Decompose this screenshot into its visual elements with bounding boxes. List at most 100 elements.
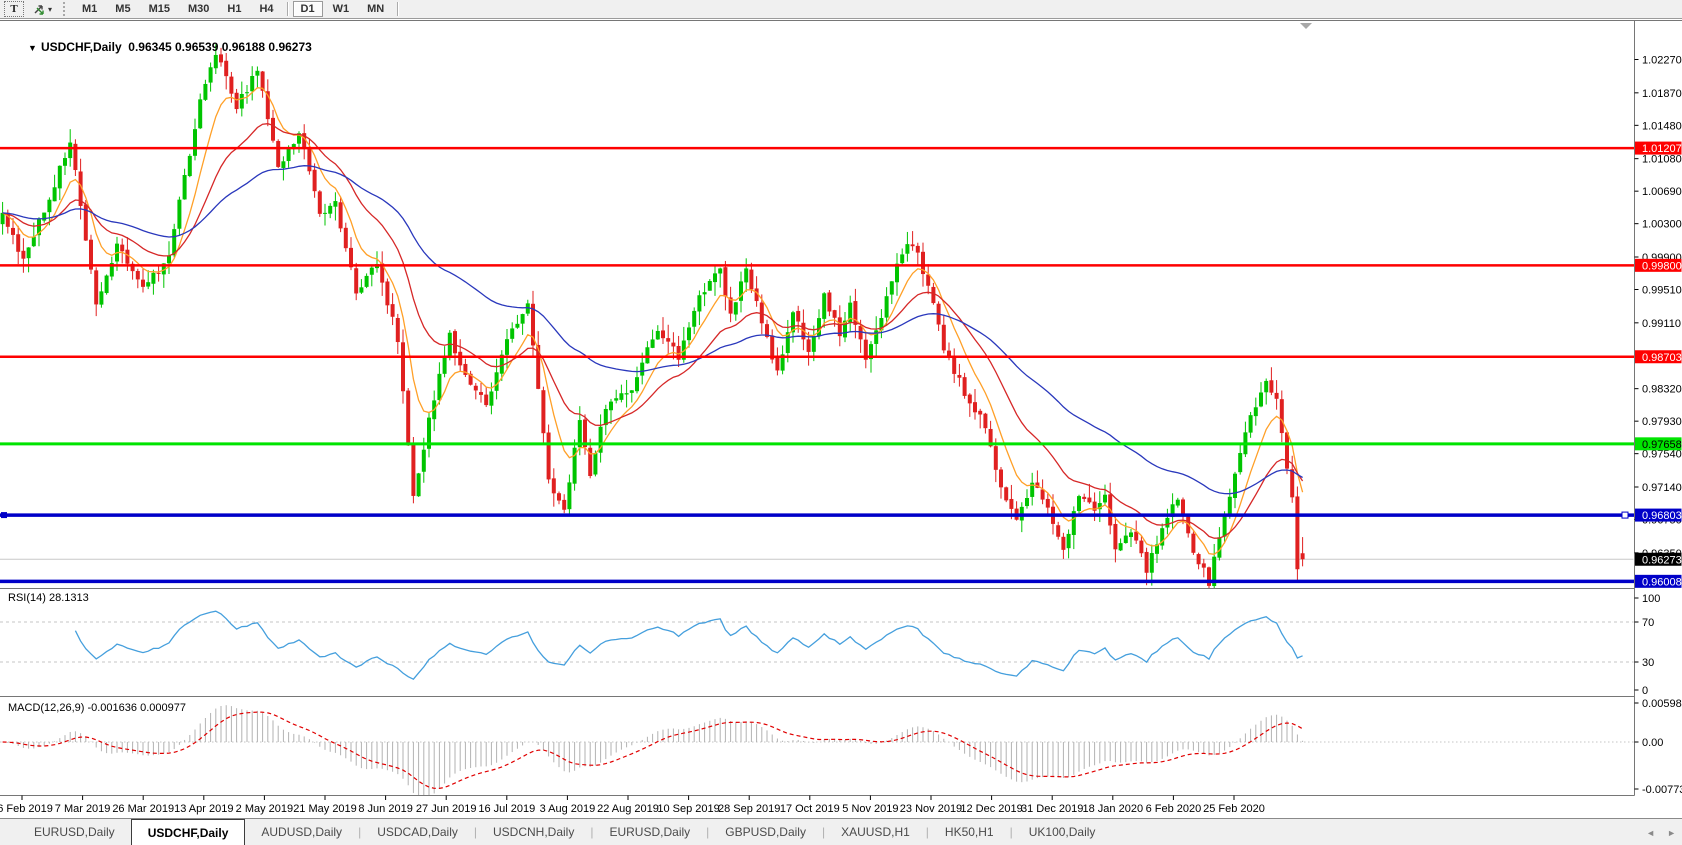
text-tool-button[interactable]: T (4, 1, 24, 17)
timeframe-button-m1[interactable]: M1 (74, 1, 105, 17)
candle-body (370, 268, 374, 275)
candle-body (994, 446, 998, 470)
candle-body (1046, 499, 1050, 508)
candle-body (1113, 524, 1117, 549)
candle-body (916, 246, 920, 253)
rsi-label: RSI(14) 28.1313 (8, 592, 89, 604)
tab-usdcnh-daily[interactable]: USDCNH,Daily (477, 819, 590, 845)
date-label: 25 Feb 2020 (1203, 803, 1265, 815)
candle-body (645, 347, 649, 363)
candle-body (567, 482, 571, 509)
timeframe-button-mn[interactable]: MN (359, 1, 392, 17)
candle-body (1181, 499, 1185, 515)
candle-body (796, 311, 800, 322)
candle-body (458, 352, 462, 366)
candle-body (807, 339, 811, 352)
chart-shift-triangle-icon[interactable] (1300, 23, 1312, 29)
macd-pane[interactable] (0, 705, 1635, 798)
candle-body (422, 450, 426, 472)
date-label: 23 Nov 2019 (900, 803, 962, 815)
candle-body (1067, 534, 1071, 548)
level-handle-right[interactable] (1622, 512, 1628, 518)
chart-tab-bar: EURUSD,DailyUSDCHF,DailyAUDUSD,Daily|USD… (0, 818, 1682, 845)
candle-body (703, 292, 707, 294)
candle-body (359, 287, 363, 292)
candle-body (1145, 552, 1149, 573)
toolbar-grip[interactable] (63, 2, 68, 16)
candle-body (245, 92, 249, 93)
candle-body (281, 161, 285, 168)
price-tick-label: 1.00300 (1642, 219, 1682, 231)
candle-body (905, 244, 909, 254)
tab-audusd-daily[interactable]: AUDUSD,Daily (245, 819, 358, 845)
chart-ohlc-values: 0.96345 0.96539 0.96188 0.96273 (128, 40, 312, 54)
tab-xauusd-h1[interactable]: XAUUSD,H1 (825, 819, 926, 845)
level-price-chip-label: 1.01207 (1642, 143, 1682, 155)
tab-usdchf-daily[interactable]: USDCHF,Daily (131, 819, 246, 845)
candle-body (333, 201, 337, 207)
tab-uk100-daily[interactable]: UK100,Daily (1013, 819, 1112, 845)
candle-body (411, 444, 415, 496)
rsi-pane[interactable] (0, 611, 1635, 679)
tab-gbpusd-daily[interactable]: GBPUSD,Daily (709, 819, 822, 845)
level-handle-left[interactable] (1, 512, 7, 518)
candle-body (443, 356, 447, 374)
date-label: 3 Aug 2019 (540, 803, 596, 815)
candle-body (1103, 495, 1107, 503)
price-tick-label: 0.98320 (1642, 384, 1682, 396)
candle-body (1119, 543, 1123, 550)
candle-body (484, 395, 488, 405)
date-axis[interactable]: 16 Feb 20197 Mar 201926 Mar 201913 Apr 2… (0, 796, 1265, 816)
candle-body (1176, 500, 1180, 506)
candle-body (344, 228, 348, 248)
price-tick-label: 1.00690 (1642, 186, 1682, 198)
collapse-triangle-icon[interactable]: ▼ (28, 43, 37, 53)
timeframe-button-m5[interactable]: M5 (107, 1, 138, 17)
candle-body (391, 304, 395, 317)
rsi-tick-label: 70 (1642, 617, 1654, 629)
tab-eurusd-daily[interactable]: EURUSD,Daily (593, 819, 706, 845)
toolbar: T ▾ M1M5M15M30H1H4 D1W1MN (0, 0, 1682, 19)
timeframe-button-d1[interactable]: D1 (293, 1, 323, 17)
candle-body (1134, 532, 1138, 541)
candle-body (952, 357, 956, 374)
candle-body (136, 271, 140, 279)
horizontal-level-lines[interactable] (0, 148, 1635, 581)
candle-body (625, 393, 629, 394)
timeframe-button-m30[interactable]: M30 (180, 1, 217, 17)
candle-body (749, 270, 753, 290)
candle-body (697, 295, 701, 311)
candle-body (1280, 399, 1284, 433)
chart-canvas[interactable]: 1.022701.018701.014801.010801.006901.003… (0, 20, 1682, 818)
timeframe-button-h4[interactable]: H4 (251, 1, 281, 17)
price-pane[interactable] (0, 44, 1635, 595)
candle-body (396, 318, 400, 342)
tab-usdcad-daily[interactable]: USDCAD,Daily (361, 819, 474, 845)
candle-body (635, 377, 639, 391)
candle-body (235, 93, 239, 109)
candle-body (983, 414, 987, 429)
price-axis[interactable]: 1.022701.018701.014801.010801.006901.003… (1635, 55, 1682, 589)
tab-eurusd-daily[interactable]: EURUSD,Daily (18, 819, 131, 845)
timeframe-button-h1[interactable]: H1 (219, 1, 249, 17)
candle-body (1191, 534, 1195, 553)
price-tick-label: 0.97930 (1642, 416, 1682, 428)
candle-body (999, 470, 1003, 488)
candle-body (1077, 496, 1081, 511)
level-price-chip-label: 0.98703 (1642, 352, 1682, 364)
chart-window[interactable]: 1.022701.018701.014801.010801.006901.003… (0, 20, 1682, 818)
scroll-left-icon[interactable]: ◄ (1646, 828, 1655, 838)
scroll-right-icon[interactable]: ► (1667, 828, 1676, 838)
date-label: 31 Dec 2019 (1021, 803, 1083, 815)
date-label: 13 Apr 2019 (174, 803, 233, 815)
candle-body (557, 493, 561, 500)
candle-body (822, 293, 826, 319)
symbol-arrows-button[interactable]: ▾ (26, 1, 58, 17)
macd-label: MACD(12,26,9) -0.001636 0.000977 (8, 702, 186, 714)
timeframe-button-m15[interactable]: M15 (141, 1, 178, 17)
rsi-axis[interactable]: 10070300 (1635, 593, 1661, 697)
tab-hk50-h1[interactable]: HK50,H1 (929, 819, 1010, 845)
macd-axis[interactable]: 0.0059860.00-0.007737 (1635, 698, 1682, 796)
candle-body (734, 302, 738, 314)
timeframe-button-w1[interactable]: W1 (325, 1, 358, 17)
